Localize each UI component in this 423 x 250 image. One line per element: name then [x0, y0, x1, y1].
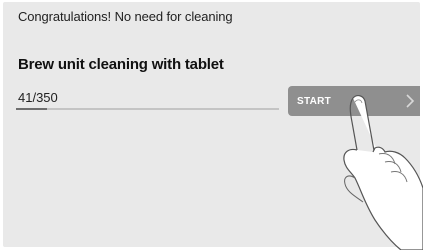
cleaning-counter: 41/350	[18, 90, 58, 105]
start-button[interactable]: START	[288, 86, 420, 116]
machine-screen: Congratulations! No need for cleaning Br…	[3, 2, 420, 247]
start-button-label: START	[297, 95, 332, 107]
status-message: Congratulations! No need for cleaning	[18, 9, 233, 24]
cleaning-progress-fill	[16, 108, 47, 110]
chevron-right-icon	[406, 94, 415, 108]
cleaning-progress-bar	[16, 108, 279, 110]
cleaning-title: Brew unit cleaning with tablet	[18, 56, 224, 73]
